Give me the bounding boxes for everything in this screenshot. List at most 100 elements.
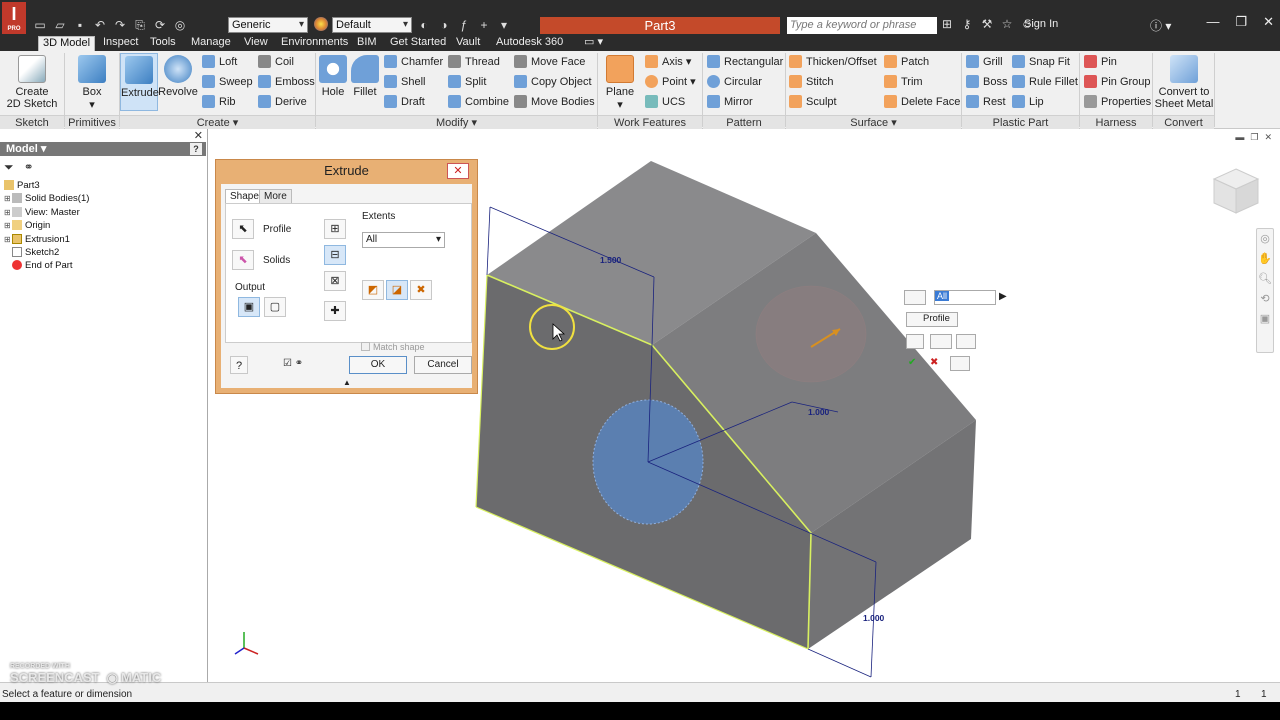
thicken-offset-button[interactable]: Thicken/Offset <box>789 53 877 71</box>
select-icon[interactable]: ◎ <box>172 17 188 33</box>
star-icon[interactable]: ☆ <box>1000 17 1014 31</box>
mini-menu-icon[interactable] <box>950 356 970 371</box>
profile-select-button[interactable]: ⬉ <box>232 219 254 239</box>
appearance-icon[interactable] <box>314 17 328 31</box>
tab-vault[interactable]: Vault <box>452 36 484 51</box>
dialog-help-icon[interactable]: ? <box>230 356 248 374</box>
expand-icon[interactable]: ⊞ <box>4 192 12 205</box>
minimize-icon[interactable]: — <box>1206 14 1219 30</box>
box-button[interactable]: Box ▾ <box>70 53 114 113</box>
direction-1-button[interactable]: ◩ <box>362 280 384 300</box>
lip-button[interactable]: Lip <box>1012 93 1044 111</box>
emboss-button[interactable]: Emboss <box>258 73 315 91</box>
binoculars-icon[interactable]: ⊞ <box>940 17 954 31</box>
trim-button[interactable]: Trim <box>884 73 923 91</box>
cut-button[interactable]: ⊟ <box>324 245 346 265</box>
rib-button[interactable]: Rib <box>202 93 236 111</box>
intersect-button[interactable]: ⊠ <box>324 271 346 291</box>
inventor-logo[interactable]: I PRO <box>2 2 26 34</box>
clear-appearance-icon[interactable]: ◐ <box>416 17 432 33</box>
mini-extents-field[interactable]: All <box>934 290 996 305</box>
mini-play-icon[interactable]: ▶ <box>999 291 1007 302</box>
panel-modify-label[interactable]: Modify ▾ <box>316 115 597 129</box>
thread-button[interactable]: Thread <box>448 53 500 71</box>
tab-bim[interactable]: BIM <box>353 36 381 51</box>
tab-view[interactable]: View <box>240 36 272 51</box>
preview-toggle[interactable]: ☑ ⚭ <box>283 358 303 369</box>
pin-button[interactable]: Pin <box>1084 53 1117 71</box>
mirror-button[interactable]: Mirror <box>707 93 753 111</box>
tree-item[interactable]: ⊞ View: Master <box>4 206 204 219</box>
extents-select[interactable]: All <box>362 232 445 248</box>
dropdown-icon[interactable]: ▾ <box>496 17 512 33</box>
convert-sheet-metal-button[interactable]: Convert to Sheet Metal <box>1154 53 1214 113</box>
return-icon[interactable]: ⎘ <box>132 17 148 33</box>
key-icon[interactable]: ⚷ <box>960 17 974 31</box>
update-icon[interactable]: ⟳ <box>152 17 168 33</box>
mini-profile-button[interactable]: Profile <box>906 312 958 327</box>
delete-face-button[interactable]: Delete Face <box>884 93 960 111</box>
tab-autodesk-360[interactable]: Autodesk 360 <box>492 36 567 51</box>
plus-icon[interactable]: + <box>476 17 492 33</box>
find-icon[interactable]: ⚭ <box>24 160 34 174</box>
tab-options-icon[interactable]: ▭ ▾ <box>580 36 607 51</box>
adjust-icon[interactable]: ◑ <box>436 17 452 33</box>
sign-in-link[interactable]: Sign In <box>1024 18 1058 30</box>
tab-tools[interactable]: Tools <box>146 36 180 51</box>
point-button[interactable]: Point ▾ <box>645 73 696 91</box>
rest-button[interactable]: Rest <box>966 93 1006 111</box>
mini-direction-icon[interactable] <box>956 334 976 349</box>
appearance-select[interactable]: Default <box>332 17 412 33</box>
maximize-icon[interactable]: ❐ <box>1235 14 1247 30</box>
output-surface-button[interactable]: ▢ <box>264 297 286 317</box>
draft-button[interactable]: Draft <box>384 93 425 111</box>
rectangular-pattern-button[interactable]: Rectangular <box>707 53 783 71</box>
panel-create-label[interactable]: Create ▾ <box>120 115 315 129</box>
mini-output-icon[interactable] <box>906 334 924 349</box>
expand-dialog-icon[interactable]: ▲ <box>343 378 351 387</box>
copy-object-button[interactable]: Copy Object <box>514 73 592 91</box>
search-input[interactable]: Type a keyword or phrase <box>787 17 937 34</box>
tab-inspect[interactable]: Inspect <box>99 36 142 51</box>
help-icon[interactable]: ⓘ ▾ <box>1150 17 1171 34</box>
stitch-button[interactable]: Stitch <box>789 73 834 91</box>
direction-2-button[interactable]: ◪ <box>386 280 408 300</box>
tab-environments[interactable]: Environments <box>277 36 352 51</box>
dialog-close-icon[interactable]: ✕ <box>447 163 469 179</box>
match-shape-checkbox[interactable]: Match shape <box>361 342 425 352</box>
derive-button[interactable]: Derive <box>258 93 307 111</box>
chamfer-button[interactable]: Chamfer <box>384 53 443 71</box>
material-select[interactable]: Generic <box>228 17 308 33</box>
tree-item[interactable]: ⊞ Solid Bodies(1) <box>4 192 204 205</box>
wrench-icon[interactable]: ⚒ <box>980 17 994 31</box>
fx-icon[interactable]: ƒ <box>456 17 472 33</box>
browser-help-icon[interactable]: ? <box>190 143 202 155</box>
patch-button[interactable]: Patch <box>884 53 929 71</box>
loft-button[interactable]: Loft <box>202 53 237 71</box>
move-bodies-button[interactable]: Move Bodies <box>514 93 595 111</box>
tab-more[interactable]: More <box>259 189 292 204</box>
undo-icon[interactable]: ↶ <box>92 17 108 33</box>
save-icon[interactable]: ▪ <box>72 17 88 33</box>
split-button[interactable]: Split <box>448 73 486 91</box>
axis-button[interactable]: Axis ▾ <box>645 53 691 71</box>
new-file-icon[interactable]: ▭ <box>32 17 48 33</box>
tab-manage[interactable]: Manage <box>187 36 235 51</box>
mini-cut-icon[interactable] <box>930 334 952 349</box>
plane-button[interactable]: Plane ▾ <box>602 53 638 113</box>
dimension-label[interactable]: 1.000 <box>863 613 885 623</box>
symmetric-button[interactable]: ✖ <box>410 280 432 300</box>
panel-surface-label[interactable]: Surface ▾ <box>786 115 961 129</box>
cancel-button[interactable]: Cancel <box>414 356 472 374</box>
browser-close-icon[interactable]: ✕ <box>194 129 203 142</box>
boss-button[interactable]: Boss <box>966 73 1007 91</box>
filter-icon[interactable]: ⏷ <box>4 160 14 174</box>
open-icon[interactable]: ▱ <box>52 17 68 33</box>
combine-button[interactable]: Combine <box>448 93 509 111</box>
revolve-button[interactable]: Revolve <box>158 53 198 113</box>
properties-button[interactable]: Properties <box>1084 93 1151 111</box>
sculpt-button[interactable]: Sculpt <box>789 93 837 111</box>
solids-select-button[interactable]: ⬉ <box>232 250 254 270</box>
sweep-button[interactable]: Sweep <box>202 73 253 91</box>
ucs-button[interactable]: UCS <box>645 93 685 111</box>
